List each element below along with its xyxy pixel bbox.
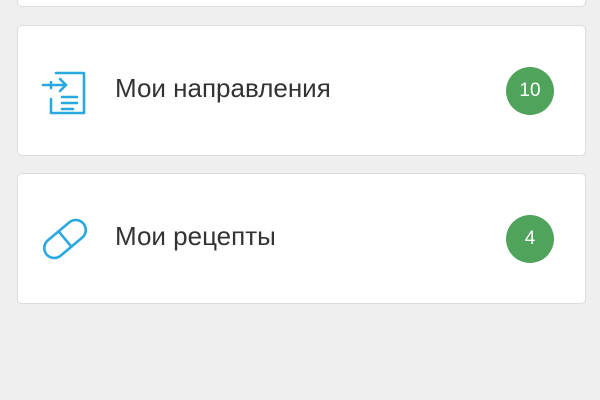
count-badge: 10: [506, 67, 554, 115]
menu-item-referrals[interactable]: Мои направления 10: [17, 25, 586, 156]
pill-capsule-icon: [42, 218, 88, 260]
menu-item-label: Мои рецепты: [115, 221, 276, 251]
referral-document-icon: [41, 71, 86, 115]
menu-item-label: Мои направления: [115, 73, 331, 103]
menu-item-prescriptions[interactable]: Мои рецепты 4: [17, 173, 586, 304]
menu-screen: Мои направления 10 Мои рецепты 4: [0, 0, 600, 400]
menu-card-partial[interactable]: [17, 0, 586, 7]
count-badge: 4: [506, 215, 554, 263]
